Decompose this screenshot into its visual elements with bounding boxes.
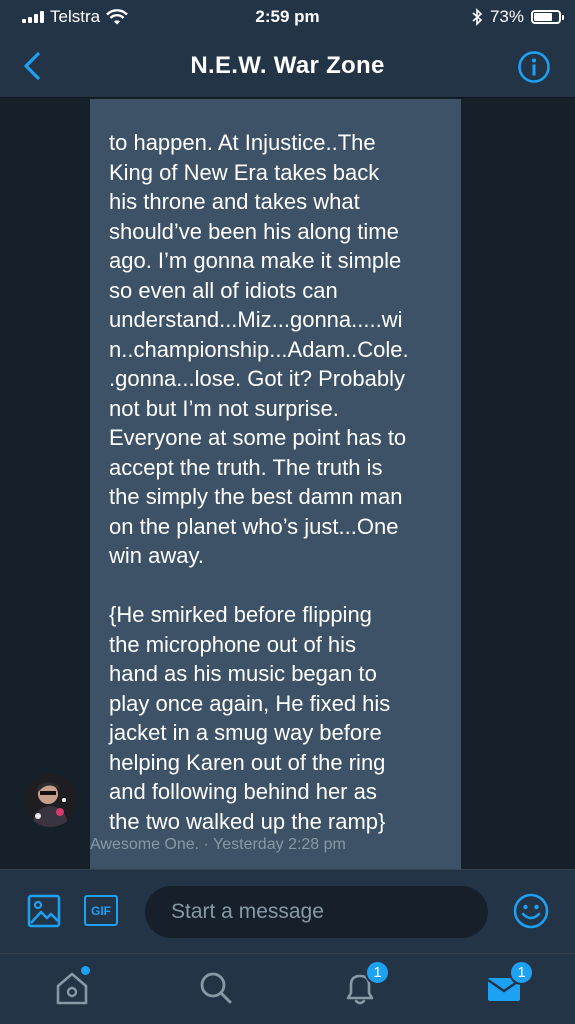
tab-messages[interactable]: 1	[484, 960, 534, 1008]
emoji-button[interactable]	[513, 893, 549, 929]
tab-bar: 1 1	[0, 953, 575, 1024]
info-button[interactable]	[517, 50, 551, 84]
conversation-header: N.E.W. War Zone	[0, 34, 575, 98]
message-input[interactable]	[145, 886, 488, 938]
image-icon	[27, 894, 61, 928]
battery-icon	[531, 10, 564, 24]
tab-notifications[interactable]: 1	[340, 960, 390, 1008]
status-bar: Telstra 2:59 pm 73%	[0, 0, 575, 34]
message-composer: GIF	[0, 869, 575, 953]
avatar-photo	[24, 774, 77, 827]
wifi-icon	[106, 9, 128, 25]
message-meta: Awesome One. · Yesterday 2:28 pm	[90, 836, 346, 853]
status-right: 73%	[471, 7, 564, 27]
battery-fill	[534, 13, 552, 21]
bluetooth-icon	[472, 8, 483, 26]
signal-icon	[22, 11, 44, 23]
tab-home[interactable]	[52, 966, 92, 1008]
conversation-title: N.E.W. War Zone	[190, 51, 385, 79]
back-button[interactable]	[16, 48, 48, 84]
new-activity-dot	[81, 966, 90, 975]
chevron-left-icon	[24, 52, 40, 80]
status-left: Telstra	[22, 7, 128, 27]
notifications-badge: 1	[365, 960, 390, 985]
gif-button[interactable]: GIF	[84, 895, 118, 926]
add-media-button[interactable]	[27, 894, 61, 928]
smiley-icon	[513, 893, 549, 929]
info-icon	[518, 51, 550, 83]
message-thread[interactable]: to happen. At Injustice..The King of New…	[0, 99, 575, 869]
tab-search[interactable]	[196, 968, 236, 1008]
carrier-name: Telstra	[50, 7, 101, 26]
battery-percent: 73%	[489, 7, 524, 26]
message-text: to happen. At Injustice..The King of New…	[109, 130, 409, 834]
messages-badge: 1	[509, 960, 534, 985]
search-icon	[200, 972, 232, 1004]
avatar[interactable]	[24, 774, 77, 827]
message-bubble[interactable]: to happen. At Injustice..The King of New…	[90, 99, 461, 869]
